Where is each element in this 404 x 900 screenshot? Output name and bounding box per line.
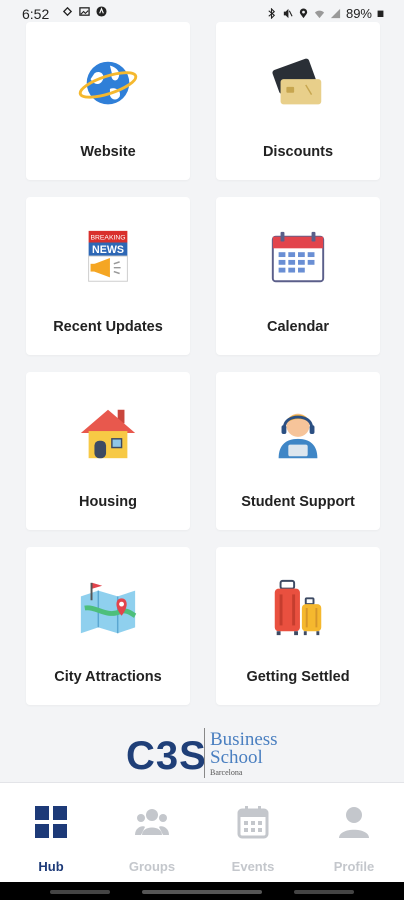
tile-label: Recent Updates (53, 319, 163, 335)
house-icon (80, 409, 136, 459)
support-agent-icon (278, 413, 318, 459)
school-logo: C3S Business School Barcelona (126, 726, 286, 780)
battery-icon (377, 10, 384, 17)
app-notification-icon (96, 6, 107, 17)
luggage-icon (274, 579, 322, 636)
tile-label: Calendar (266, 319, 330, 335)
person-icon (339, 807, 369, 838)
status-time: 6:52 (22, 6, 50, 22)
system-navigation-bar (0, 882, 404, 900)
back-button[interactable] (294, 890, 354, 894)
calendar-icon (271, 231, 325, 283)
tile-website[interactable]: Website (26, 22, 190, 180)
globe-icon (78, 61, 138, 105)
tile-label: Student Support (241, 494, 355, 510)
nav-profile[interactable]: Profile (314, 805, 394, 874)
bottom-navigation: Hub Groups Events Profile (0, 782, 404, 883)
bluetooth-icon (268, 8, 276, 19)
nav-label: Groups (128, 859, 176, 874)
location-icon (299, 8, 308, 19)
tile-label: Housing (79, 494, 137, 510)
logo-divider (204, 728, 205, 778)
nav-groups[interactable]: Groups (112, 805, 192, 874)
tile-student-support[interactable]: Student Support (216, 372, 380, 530)
tile-discounts[interactable]: Discounts (216, 22, 380, 180)
tile-label: Website (80, 144, 136, 160)
news-text: NEWS (92, 244, 124, 256)
signal-icon (330, 8, 341, 19)
sync-icon (62, 6, 73, 17)
tile-housing[interactable]: Housing (26, 372, 190, 530)
nav-events[interactable]: Events (213, 805, 293, 874)
logo-line-3: Barcelona (210, 768, 243, 777)
logo-line-2: School (210, 747, 263, 768)
tile-city-attractions[interactable]: City Attractions (26, 547, 190, 705)
cards-icon (272, 58, 322, 105)
breaking-text: BREAKING (91, 235, 126, 242)
nav-label: Hub (38, 859, 64, 874)
map-icon (80, 582, 137, 634)
nav-hub[interactable]: Hub (11, 805, 91, 874)
status-notification-icons (62, 6, 107, 17)
tile-recent-updates[interactable]: BREAKING NEWS Recent Updates (26, 197, 190, 355)
nav-label: Profile (333, 859, 375, 874)
recents-button[interactable] (50, 890, 110, 894)
wifi-icon (314, 10, 325, 19)
status-right-icons: 89% (266, 6, 384, 21)
group-icon (135, 809, 169, 835)
hub-tile-grid: Website Discounts BREAKING NEWS Recent U… (26, 22, 380, 705)
tile-label: Getting Settled (246, 669, 350, 685)
mute-icon (283, 8, 293, 19)
breaking-news-icon: BREAKING NEWS (88, 230, 128, 282)
nav-label: Events (231, 859, 275, 874)
calendar-icon (237, 806, 269, 839)
tile-label: City Attractions (54, 669, 162, 685)
tile-label: Discounts (262, 144, 334, 160)
gallery-icon (79, 7, 90, 16)
grid-icon (35, 806, 67, 838)
battery-percent: 89% (345, 6, 372, 21)
home-button[interactable] (142, 890, 262, 894)
logo-mark: C3S (126, 734, 207, 778)
tile-calendar[interactable]: Calendar (216, 197, 380, 355)
tile-getting-settled[interactable]: Getting Settled (216, 547, 380, 705)
